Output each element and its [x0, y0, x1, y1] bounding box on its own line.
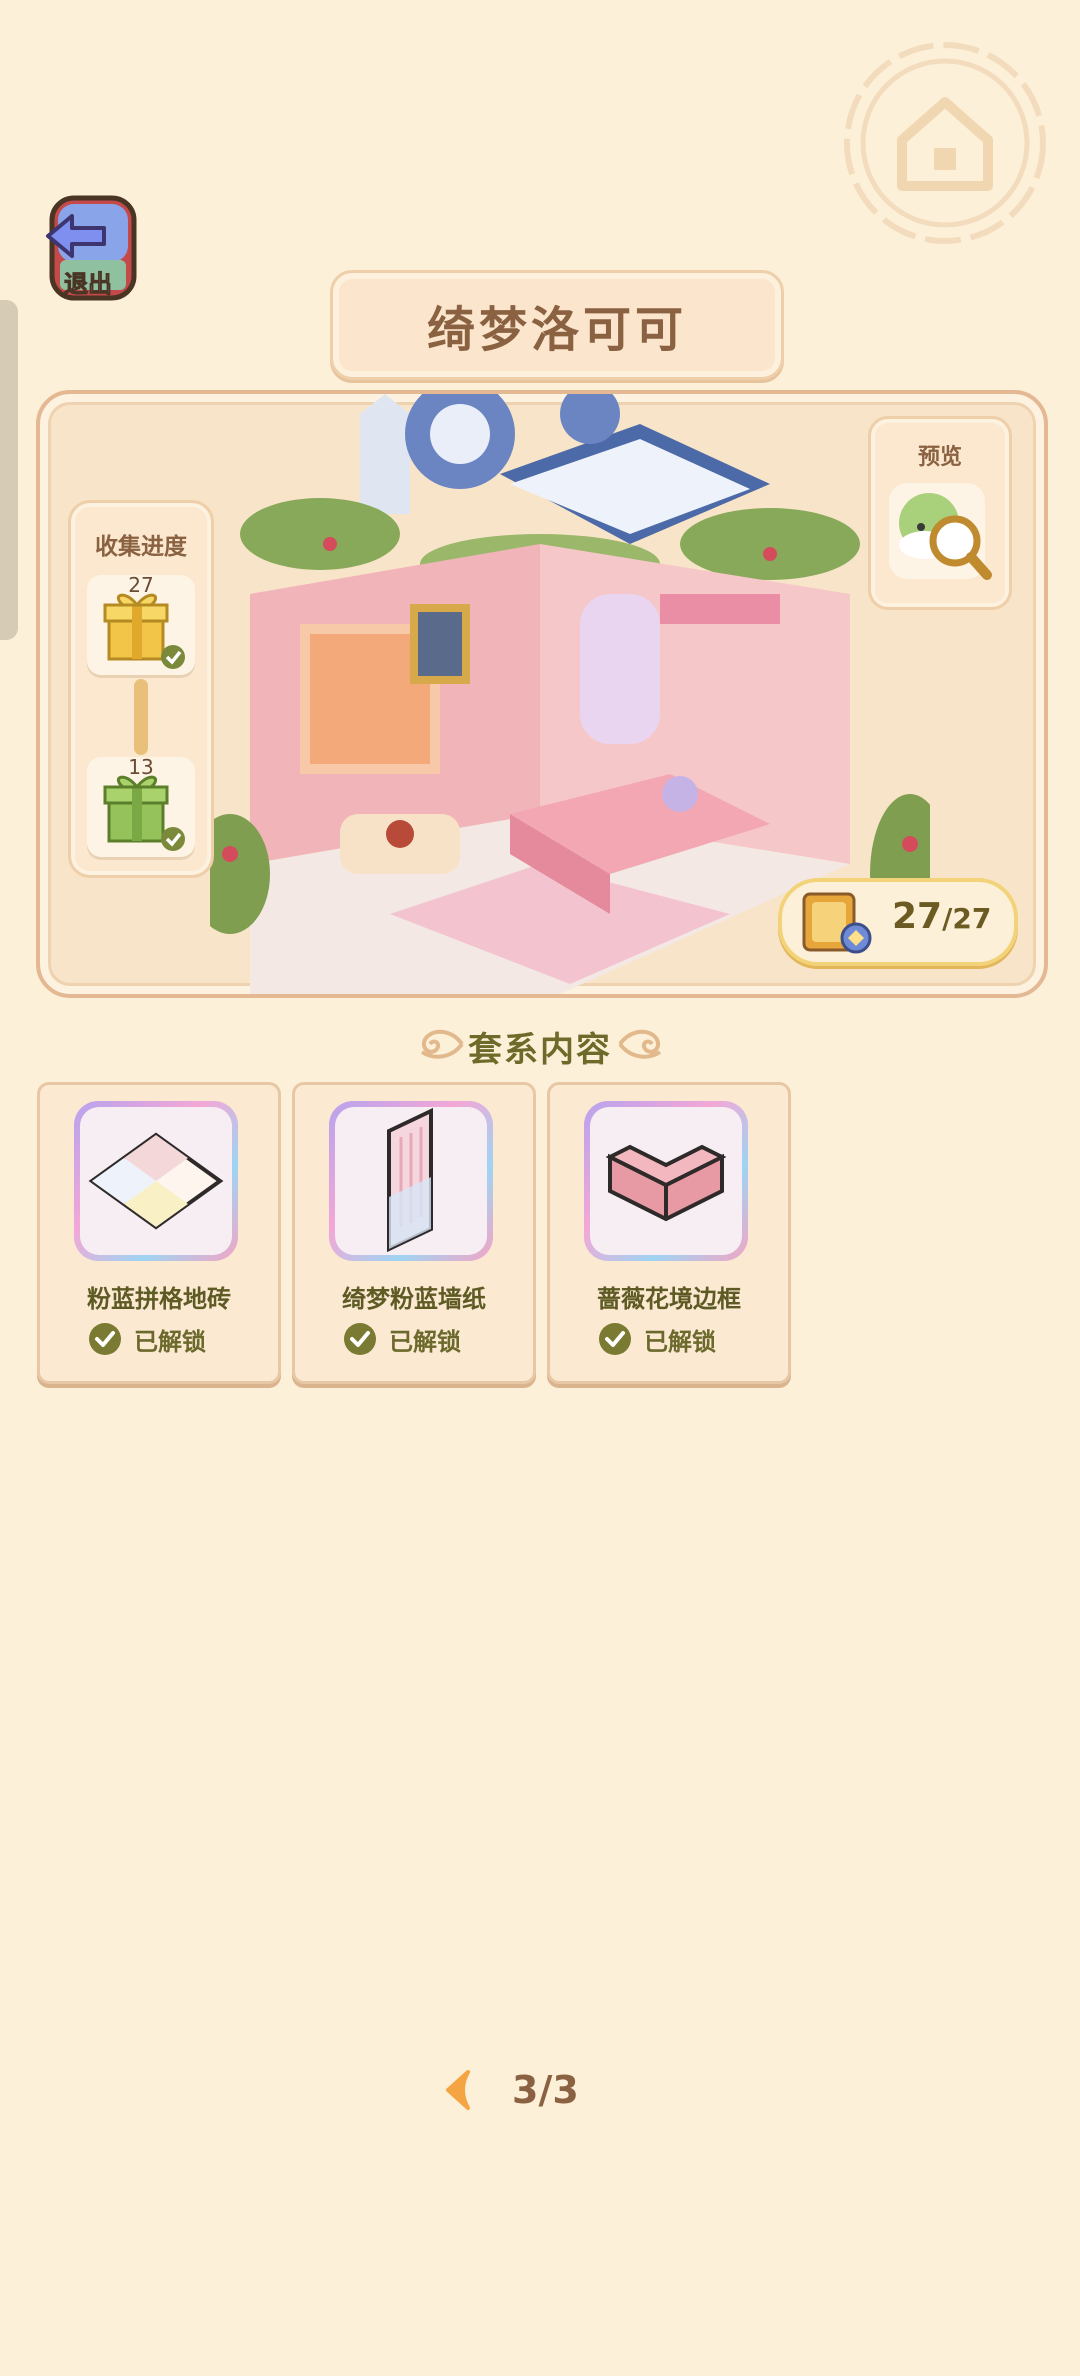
wallpaper-icon: [387, 1107, 433, 1253]
reward-count: 13: [128, 755, 154, 779]
reward-count: 27: [128, 573, 154, 597]
section-heading: 套系内容: [0, 1018, 1080, 1072]
counter-total: /27: [942, 902, 992, 935]
floor-tile-icon: [88, 1132, 224, 1230]
item-name: 绮梦粉蓝墙纸: [342, 1285, 486, 1313]
status-text: 已解锁: [644, 1327, 716, 1356]
magnifier-preview-icon: [889, 483, 992, 580]
suite-item-card[interactable]: 粉蓝拼格地砖 已解锁: [37, 1082, 281, 1384]
check-circle-icon: [599, 1323, 631, 1355]
status-text: 已解锁: [134, 1327, 206, 1356]
exit-label: 退出: [64, 270, 113, 299]
item-icon-frame: [584, 1101, 748, 1261]
suite-item-card[interactable]: 绮梦粉蓝墙纸 已解锁: [292, 1082, 536, 1384]
status-text: 已解锁: [389, 1327, 461, 1356]
reward-gold-gift[interactable]: 27: [87, 573, 195, 675]
section-title: 套系内容: [468, 1030, 612, 1070]
ornament-right-icon: [618, 1029, 662, 1059]
reward-green-gift[interactable]: 13: [87, 755, 195, 857]
suite-item-card[interactable]: 蔷薇花境边框 已解锁: [547, 1082, 791, 1384]
page-indicator: 3/3: [512, 2068, 579, 2112]
collection-counter: 27/27: [778, 878, 1018, 966]
progress-connector: [134, 679, 148, 755]
preview-button[interactable]: 预览: [868, 416, 1012, 610]
counter-owned: 27: [892, 896, 943, 937]
collection-progress-card: 收集进度 27 13: [68, 500, 214, 878]
prev-page-icon[interactable]: [440, 2068, 474, 2112]
item-status: 已解锁: [598, 1321, 716, 1357]
preview-label: 预览: [917, 445, 962, 470]
border-frame-icon: [605, 1144, 727, 1222]
exit-button[interactable]: 退出: [40, 192, 144, 308]
pagination: 3/3: [440, 2062, 640, 2122]
item-status: 已解锁: [88, 1321, 206, 1357]
item-status: 已解锁: [343, 1321, 461, 1357]
page-title: 绮梦洛可可: [426, 302, 687, 358]
collection-progress-title: 收集进度: [95, 534, 187, 560]
counter-value: 27/27: [892, 896, 991, 937]
item-icon-frame: [74, 1101, 238, 1261]
furniture-book-icon: [802, 892, 872, 954]
home-watermark-icon: [842, 40, 1048, 246]
item-icon-frame: [329, 1101, 493, 1261]
suite-title-plaque: 绮梦洛可可: [330, 270, 784, 380]
item-name: 蔷薇花境边框: [597, 1285, 741, 1313]
check-circle-icon: [344, 1323, 376, 1355]
item-name: 粉蓝拼格地砖: [87, 1285, 231, 1313]
side-drawer-handle[interactable]: [0, 300, 18, 640]
check-circle-icon: [89, 1323, 121, 1355]
